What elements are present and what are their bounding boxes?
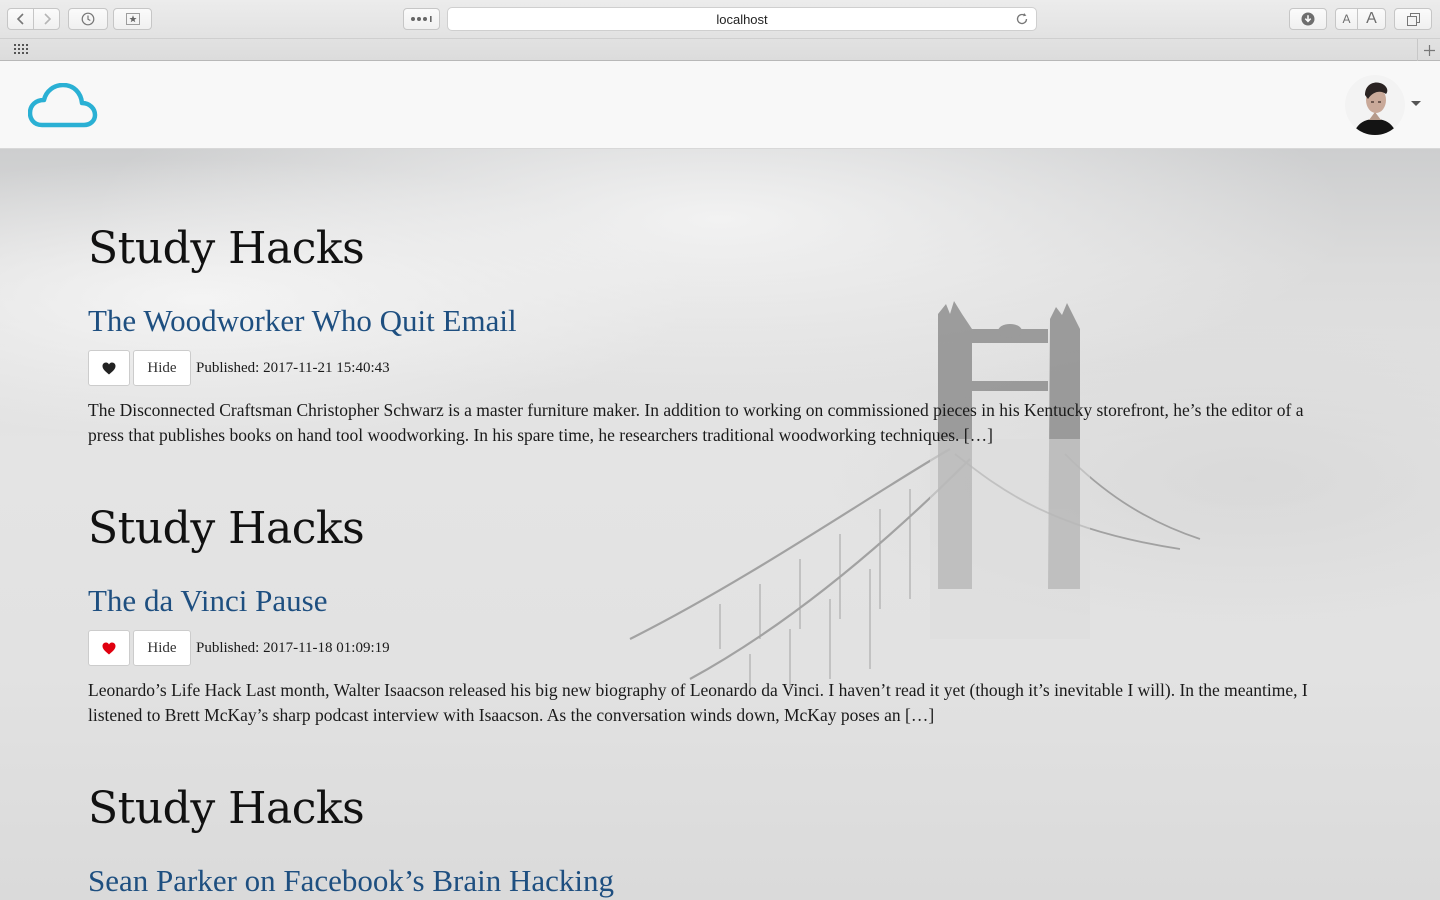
chevron-left-icon: [16, 13, 24, 25]
grid-icon[interactable]: [14, 44, 30, 55]
like-button[interactable]: [88, 630, 130, 666]
published-date: Published: 2017-11-21 15:40:43: [196, 359, 390, 376]
address-bar[interactable]: localhost: [447, 7, 1037, 31]
font-smaller-button[interactable]: A: [1335, 8, 1358, 30]
like-button[interactable]: [88, 350, 130, 386]
hide-button[interactable]: Hide: [133, 630, 191, 666]
browser-chrome: localhost A A: [0, 0, 1440, 61]
font-large-label: A: [1366, 10, 1377, 27]
downloads-button[interactable]: [1289, 8, 1327, 30]
post-title-link[interactable]: Sean Parker on Facebook’s Brain Hacking: [88, 865, 614, 896]
post-actions: Hide Published: 2017-11-21 15:40:43: [88, 350, 390, 386]
background-bridge-image: [629, 301, 1201, 689]
post-excerpt: Leonardo’s Life Hack Last month, Walter …: [88, 680, 1308, 725]
browser-toolbar: localhost A A: [0, 0, 1440, 38]
source-title: Study Hacks: [88, 783, 365, 834]
history-button[interactable]: [68, 8, 108, 30]
caret-down-icon[interactable]: [1411, 101, 1421, 107]
user-photo: [1345, 75, 1405, 135]
tabs-icon: [1406, 12, 1420, 26]
source-title: Study Hacks: [88, 503, 365, 554]
reload-icon[interactable]: [1014, 11, 1030, 27]
dots-icon: [410, 16, 432, 22]
post-title-link[interactable]: The Woodworker Who Quit Email: [88, 305, 517, 336]
new-tab-button[interactable]: [1417, 39, 1440, 61]
post-actions: Hide Published: 2017-11-18 01:09:19: [88, 630, 390, 666]
tabs-overview-button[interactable]: [1394, 8, 1432, 30]
back-button[interactable]: [7, 8, 34, 30]
hide-button[interactable]: Hide: [133, 350, 191, 386]
favorites-bar: [0, 38, 1440, 61]
heart-icon: [102, 362, 116, 374]
font-small-label: A: [1342, 12, 1351, 26]
feed-item: Study Hacks The Woodworker Who Quit Emai…: [88, 223, 1348, 445]
feed-item: Study Hacks Sean Parker on Facebook’s Br…: [88, 783, 1348, 897]
plus-icon: [1423, 44, 1435, 56]
chevron-right-icon: [43, 13, 51, 25]
clock-icon: [81, 12, 95, 26]
published-date: Published: 2017-11-18 01:09:19: [196, 639, 390, 656]
source-title: Study Hacks: [88, 223, 365, 274]
bookmarks-button[interactable]: [113, 8, 152, 30]
app-header: [0, 61, 1440, 149]
reader-button[interactable]: [403, 8, 440, 30]
post-excerpt: The Disconnected Craftsman Christopher S…: [88, 400, 1304, 445]
font-larger-button[interactable]: A: [1357, 8, 1386, 30]
cloud-icon[interactable]: [28, 83, 98, 129]
forward-button[interactable]: [33, 8, 60, 30]
post-title-link[interactable]: The da Vinci Pause: [88, 585, 327, 616]
address-text: localhost: [716, 11, 768, 27]
heart-icon: [102, 642, 116, 654]
star-icon: [125, 13, 140, 25]
download-icon: [1301, 12, 1315, 26]
feed-item: Study Hacks The da Vinci Pause Hide Publ…: [88, 503, 1348, 725]
feed-area: Study Hacks The Woodworker Who Quit Emai…: [0, 149, 1440, 900]
avatar[interactable]: [1345, 75, 1405, 135]
